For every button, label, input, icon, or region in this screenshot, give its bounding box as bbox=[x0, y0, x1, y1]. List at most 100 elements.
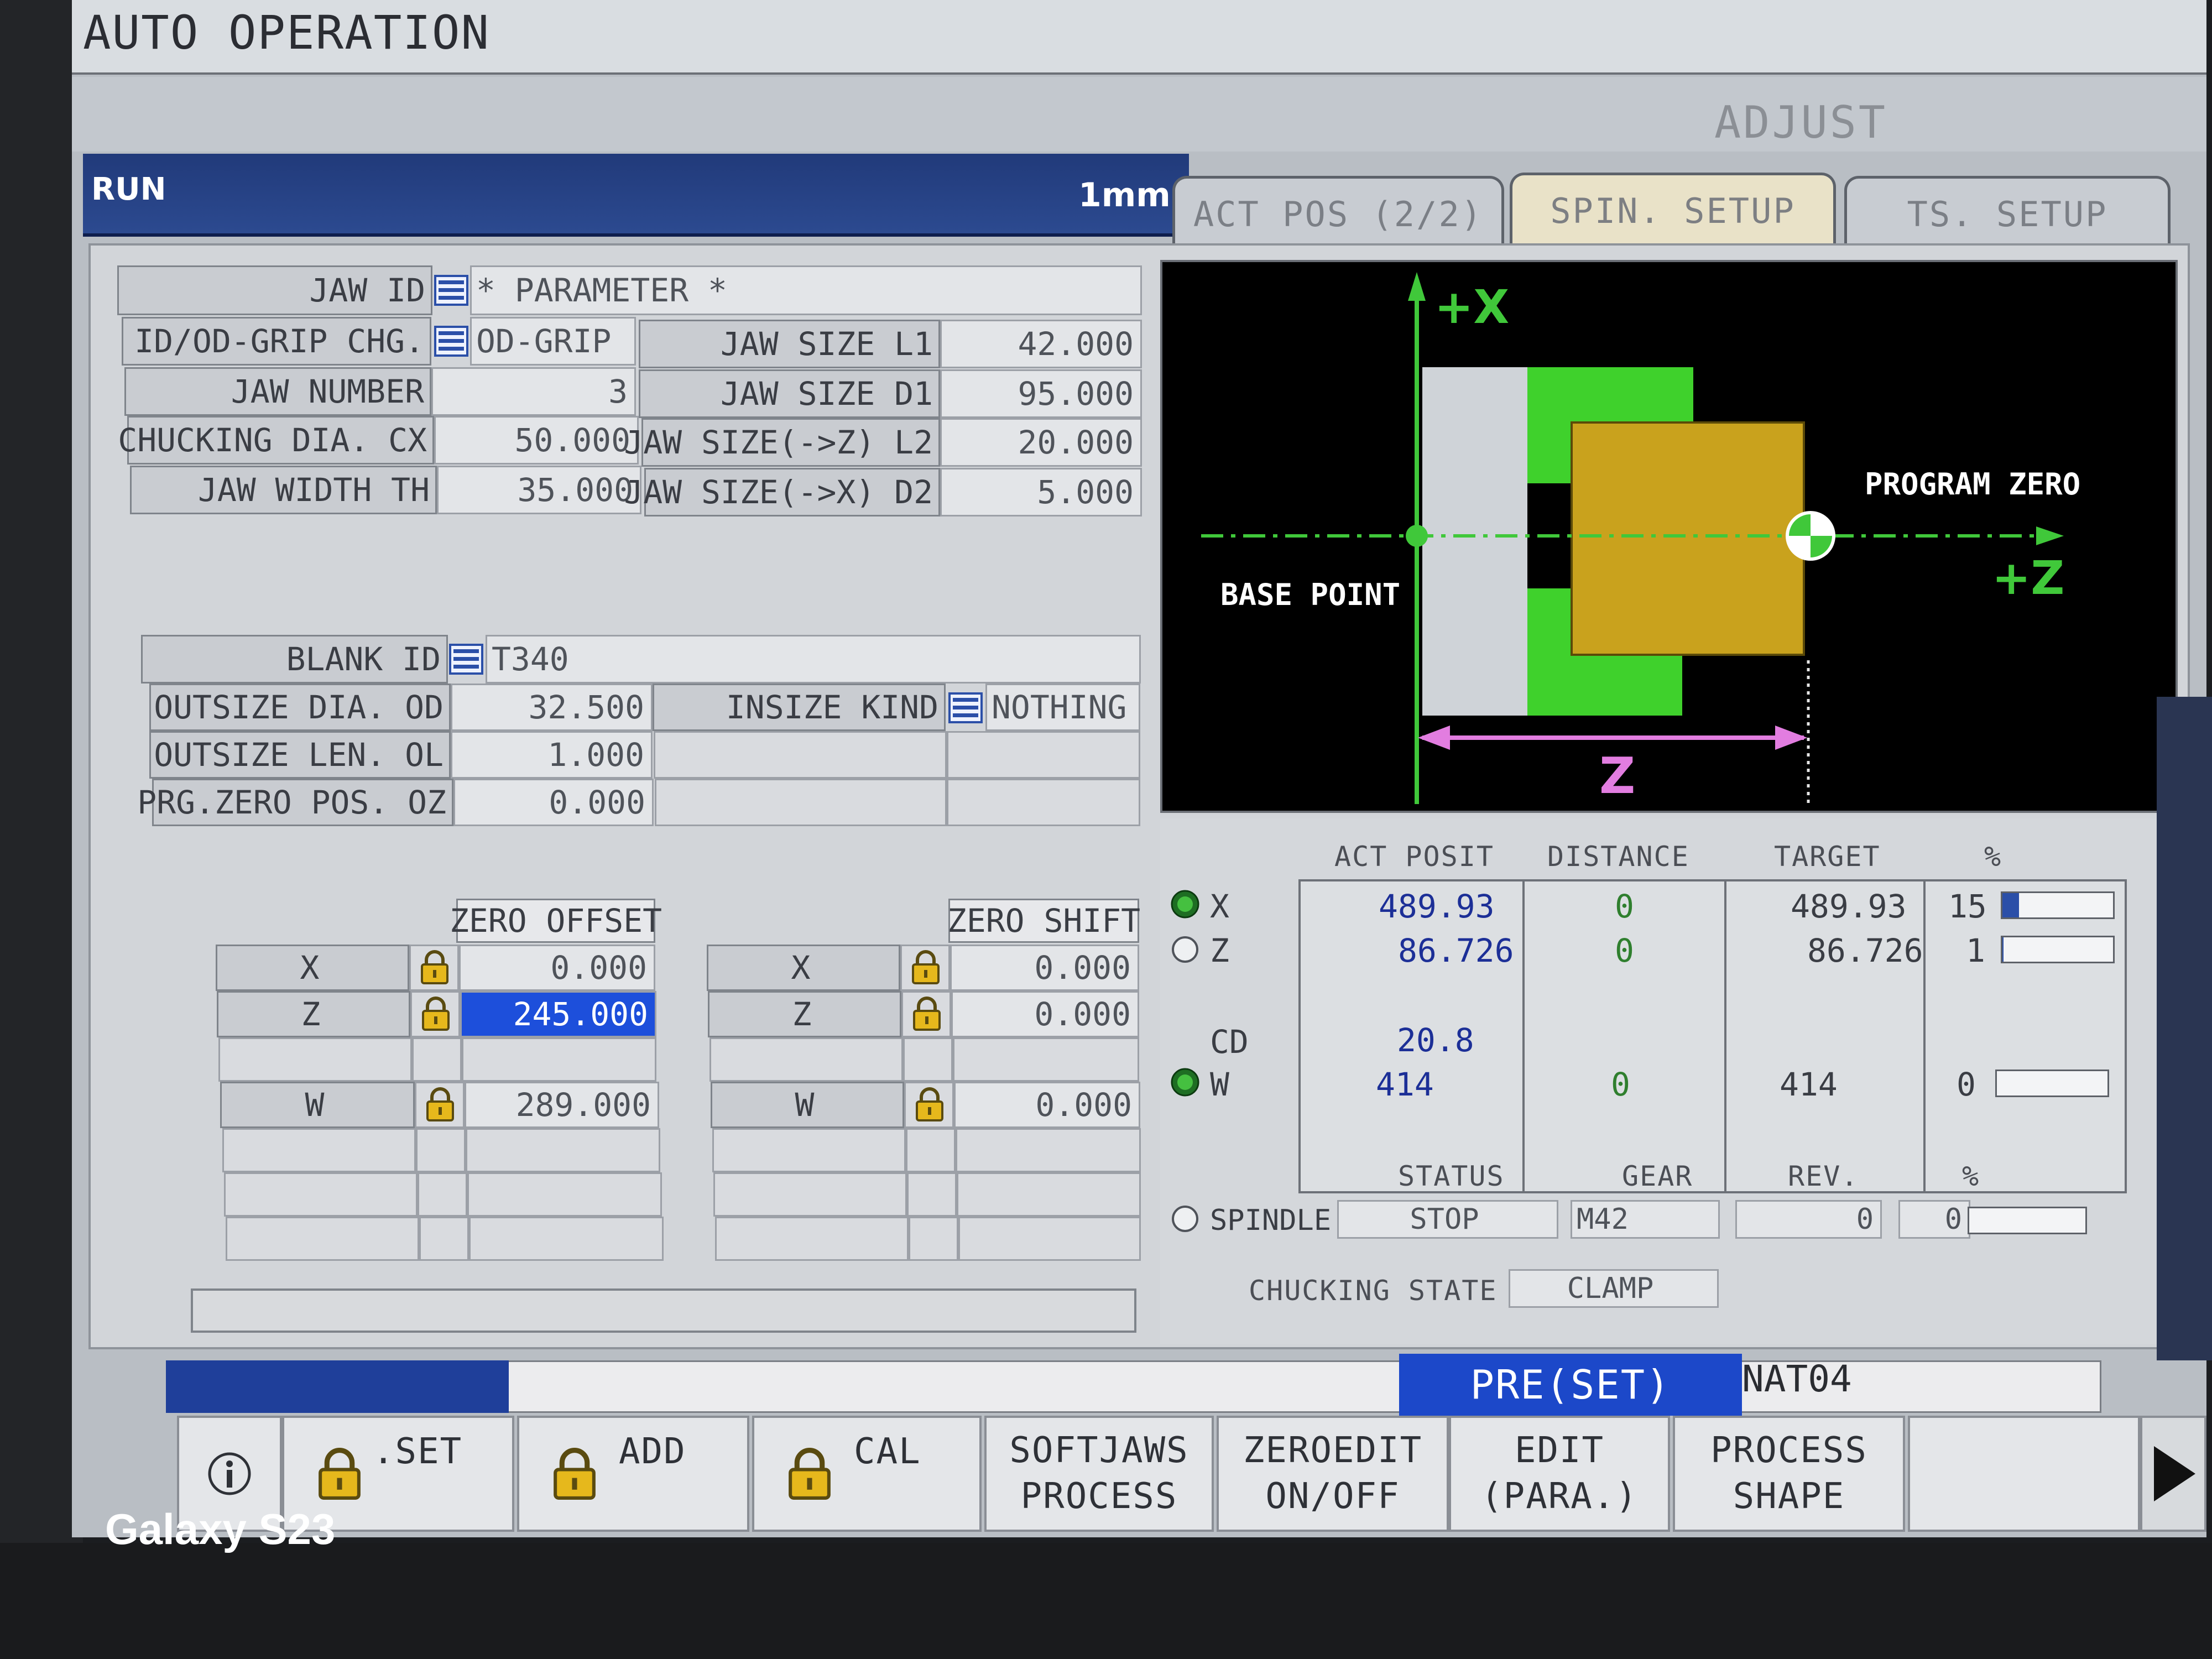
monitor-bezel-bottom bbox=[0, 1543, 2212, 1659]
zero-offset-x-value[interactable]: 0.000 bbox=[459, 945, 655, 991]
zeroedit-label-2: ON/OFF bbox=[1265, 1476, 1400, 1517]
lock-icon[interactable] bbox=[422, 1086, 458, 1123]
empty-softkey[interactable] bbox=[1908, 1416, 2140, 1532]
tab-act-pos[interactable]: ACT POS (2/2) bbox=[1172, 176, 1504, 248]
jaw-number-label: JAW NUMBER bbox=[124, 367, 431, 416]
axis-w-label: W bbox=[1210, 1066, 1229, 1103]
x-load-bar bbox=[2001, 891, 2115, 919]
process-shape-button[interactable]: PROCESS SHAPE bbox=[1673, 1416, 1905, 1532]
run-state: RUN bbox=[91, 171, 166, 207]
empty-cell bbox=[907, 1172, 957, 1217]
jaw-size-d2-value[interactable]: 5.000 bbox=[940, 468, 1142, 517]
empty-cell bbox=[466, 1128, 660, 1172]
radio-on-icon[interactable] bbox=[1170, 889, 1200, 919]
spindle-load-bar bbox=[1968, 1207, 2087, 1234]
zero-shift-x-value[interactable]: 0.000 bbox=[950, 945, 1139, 991]
radio-off-icon[interactable] bbox=[1170, 935, 1200, 964]
empty-cell bbox=[956, 1128, 1141, 1172]
spindle-rev-value: 0 bbox=[1735, 1200, 1882, 1239]
z-act-posit: 86.726 bbox=[1398, 932, 1514, 969]
chucking-state-label: CHUCKING STATE bbox=[1249, 1275, 1498, 1307]
set-label: .SET bbox=[373, 1431, 463, 1472]
zeroedit-toggle-button[interactable]: ZEROEDIT ON/OFF bbox=[1217, 1416, 1449, 1532]
process-label-2: SHAPE bbox=[1733, 1476, 1845, 1517]
lock-cal-button[interactable]: CAL bbox=[752, 1416, 982, 1532]
grip-change-value[interactable]: OD-GRIP bbox=[470, 317, 636, 366]
jaw-size-d1-value[interactable]: 95.000 bbox=[940, 369, 1142, 418]
act-posit-header: ACT POSIT bbox=[1334, 841, 1494, 873]
monitor-bezel-left bbox=[0, 0, 83, 1659]
next-page-button[interactable] bbox=[2140, 1416, 2206, 1532]
zero-offset-w-value[interactable]: 289.000 bbox=[465, 1082, 659, 1128]
z-load-fill bbox=[2002, 937, 2004, 962]
spindle-percent-header: % bbox=[1962, 1160, 1980, 1192]
zero-offset-axis-x: X bbox=[216, 945, 409, 991]
list-select-icon[interactable] bbox=[434, 326, 468, 357]
empty-cell bbox=[419, 1217, 469, 1261]
radio-on-icon[interactable] bbox=[1170, 1067, 1200, 1097]
x-axis-arrow bbox=[1408, 272, 1426, 301]
z-axis-arrow bbox=[2036, 526, 2064, 545]
empty-cell bbox=[957, 1172, 1141, 1217]
radio-off-icon[interactable] bbox=[1170, 1204, 1200, 1234]
empty-cell bbox=[418, 1172, 467, 1217]
zero-offset-axis-z: Z bbox=[217, 991, 410, 1037]
percent-header: % bbox=[1984, 841, 2002, 873]
list-select-icon[interactable] bbox=[434, 275, 468, 306]
jaw-width-value[interactable]: 35.000 bbox=[437, 466, 641, 514]
prg-zero-pos-value[interactable]: 0.000 bbox=[453, 779, 654, 826]
x-target: 489.93 bbox=[1791, 888, 1907, 925]
empty-cell bbox=[953, 1037, 1139, 1082]
z-dimension-label: Z bbox=[1599, 747, 1635, 805]
list-select-icon[interactable] bbox=[449, 644, 483, 675]
empty-cell bbox=[222, 1128, 416, 1172]
lock-icon[interactable] bbox=[909, 995, 945, 1032]
program-zero-label: PROGRAM ZERO bbox=[1865, 467, 2080, 502]
insize-kind-value[interactable]: NOTHING bbox=[985, 684, 1140, 731]
cd-label: CD bbox=[1210, 1023, 1249, 1061]
position-panel: ACT POSIT DISTANCE TARGET % X 489.93 0 4… bbox=[1160, 818, 2172, 1344]
softjaws-label-2: PROCESS bbox=[1020, 1476, 1178, 1517]
blank-id-value[interactable]: T340 bbox=[486, 635, 1141, 684]
axis-x-label: X bbox=[1210, 888, 1229, 925]
prg-zero-pos-label: PRG.ZERO POS. OZ bbox=[137, 779, 453, 826]
jaw-size-l2-label: JAW SIZE(->Z) L2 bbox=[624, 418, 940, 467]
outsize-len-label: OUTSIZE LEN. OL bbox=[149, 731, 451, 779]
tab-spin-setup[interactable]: SPIN. SETUP bbox=[1510, 173, 1836, 251]
empty-cell bbox=[958, 1217, 1141, 1261]
list-select-icon[interactable] bbox=[948, 692, 983, 723]
jaw-size-l1-value[interactable]: 42.000 bbox=[940, 320, 1142, 368]
lock-add-button[interactable]: ADD bbox=[517, 1416, 749, 1532]
run-status-bar bbox=[83, 154, 1189, 237]
empty-cell bbox=[469, 1217, 664, 1261]
zero-shift-header: ZERO SHIFT bbox=[947, 899, 1140, 943]
x-percent: 15 bbox=[1948, 888, 1987, 925]
w-act-posit: 414 bbox=[1376, 1066, 1434, 1103]
outsize-dia-label: OUTSIZE DIA. OD bbox=[149, 684, 451, 731]
lock-icon[interactable] bbox=[416, 949, 453, 985]
jaw-id-label: JAW ID bbox=[117, 265, 432, 315]
empty-cell bbox=[224, 1172, 418, 1217]
zero-offset-z-value[interactable]: 245.000 bbox=[460, 991, 656, 1037]
jaw-id-value[interactable]: * PARAMETER * bbox=[470, 265, 1142, 315]
lock-icon[interactable] bbox=[418, 995, 454, 1032]
z-distance: 0 bbox=[1615, 932, 1634, 969]
zero-shift-axis-x: X bbox=[707, 945, 900, 991]
plus-x-label: +X bbox=[1434, 280, 1509, 334]
jaw-size-l2-value[interactable]: 20.000 bbox=[940, 418, 1142, 467]
outsize-dia-value[interactable]: 32.500 bbox=[451, 684, 653, 731]
chucking-dia-value[interactable]: 50.000 bbox=[434, 416, 639, 465]
edit-para-button[interactable]: EDIT (PARA.) bbox=[1449, 1416, 1670, 1532]
softjaws-process-button[interactable]: SOFTJAWS PROCESS bbox=[984, 1416, 1214, 1532]
zero-shift-z-value[interactable]: 0.000 bbox=[951, 991, 1139, 1037]
outsize-len-value[interactable]: 1.000 bbox=[451, 731, 653, 779]
info-icon bbox=[208, 1452, 251, 1495]
lock-icon[interactable] bbox=[907, 949, 944, 985]
lock-icon[interactable] bbox=[911, 1086, 948, 1123]
tab-ts-setup[interactable]: TS. SETUP (1/2) bbox=[1844, 176, 2171, 306]
jaw-number-value[interactable]: 3 bbox=[431, 367, 636, 416]
w-target: 414 bbox=[1780, 1066, 1838, 1103]
zero-shift-w-value[interactable]: 0.000 bbox=[954, 1082, 1140, 1128]
empty-cell bbox=[416, 1128, 466, 1172]
spindle-gear-value: M42 bbox=[1571, 1200, 1720, 1239]
